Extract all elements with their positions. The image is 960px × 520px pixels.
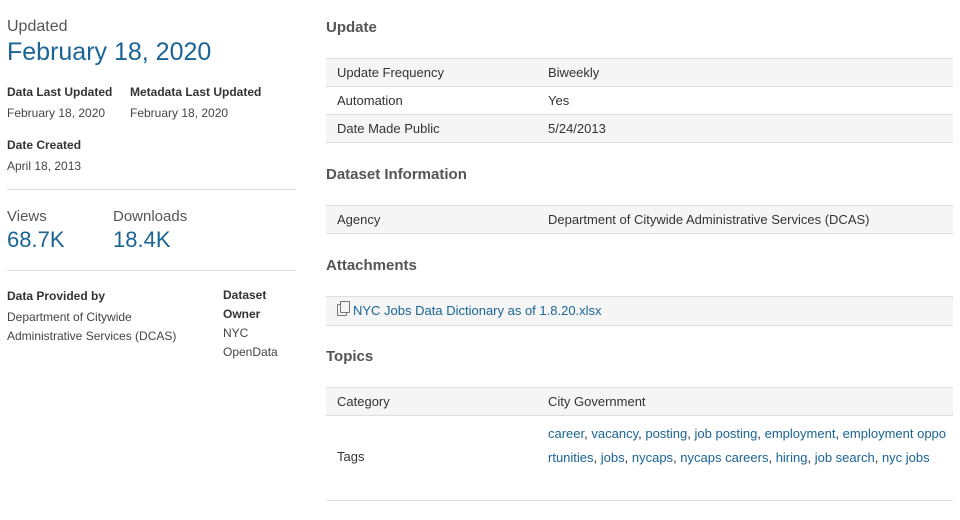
divider (7, 189, 296, 190)
update-table: Update Frequency Biweekly Automation Yes… (326, 58, 953, 143)
provided-by-value: Department of Citywide Administrative Se… (7, 310, 177, 343)
row-value: Biweekly (548, 65, 600, 80)
table-row: Automation Yes (326, 87, 953, 115)
table-row: Agency Department of Citywide Administra… (326, 206, 953, 234)
tag-separator: , (835, 426, 843, 441)
file-copy-icon (337, 301, 350, 316)
tags-list: career, vacancy, posting, job posting, e… (548, 422, 948, 470)
table-row: Category City Government (326, 388, 953, 416)
row-value: Department of Citywide Administrative Se… (548, 212, 870, 227)
tag-link[interactable]: nyc jobs (882, 450, 930, 465)
row-value: Yes (548, 93, 570, 108)
tag-link[interactable]: nycaps careers (680, 450, 768, 465)
table-row: Update Frequency Biweekly (326, 59, 953, 87)
owner-value: NYC OpenData (223, 326, 278, 359)
attachment-file-name[interactable]: NYC Jobs Data Dictionary as of 1.8.20.xl… (353, 303, 602, 318)
views-value: 68.7K (7, 227, 65, 252)
topics-table: Category City Government Tags career, va… (326, 387, 953, 501)
attachment-link[interactable]: NYC Jobs Data Dictionary as of 1.8.20.xl… (337, 301, 602, 318)
dataset-info-section-title: Dataset Information (326, 166, 467, 183)
tags-label: Tags (337, 449, 365, 464)
row-value: 5/24/2013 (548, 121, 606, 136)
tag-separator: , (874, 450, 882, 465)
row-key: Update Frequency (337, 65, 444, 80)
tag-link[interactable]: vacancy (591, 426, 638, 441)
date-created-value: April 18, 2013 (7, 159, 82, 173)
tag-separator: , (687, 426, 695, 441)
owner-label: Dataset Owner (223, 288, 267, 321)
category-label: Category (337, 394, 390, 409)
metadata-last-updated: Metadata Last Updated February 18, 2020 (130, 85, 261, 123)
tag-link[interactable]: nycaps (632, 450, 673, 465)
metadata-last-updated-value: February 18, 2020 (130, 106, 229, 120)
data-last-updated-value: February 18, 2020 (7, 106, 106, 120)
updated-label: Updated (7, 18, 68, 35)
tag-separator: , (593, 450, 601, 465)
tag-link[interactable]: posting (645, 426, 687, 441)
tags-row: Tags career, vacancy, posting, job posti… (326, 416, 953, 501)
provided-by-label: Data Provided by (7, 289, 106, 303)
data-provided-by: Data Provided by Department of Citywide … (7, 289, 197, 346)
tag-link[interactable]: hiring (776, 450, 808, 465)
data-last-updated-label: Data Last Updated (7, 85, 113, 99)
attachment-row: NYC Jobs Data Dictionary as of 1.8.20.xl… (326, 297, 953, 326)
dataset-info-table: Agency Department of Citywide Administra… (326, 205, 953, 234)
update-section-title: Update (326, 19, 377, 36)
attachments-table: NYC Jobs Data Dictionary as of 1.8.20.xl… (326, 296, 953, 326)
updated-date: February 18, 2020 (7, 38, 212, 66)
metadata-last-updated-label: Metadata Last Updated (130, 85, 262, 99)
category-value: City Government (548, 394, 646, 409)
table-row: Date Made Public 5/24/2013 (326, 115, 953, 143)
topics-section-title: Topics (326, 348, 374, 365)
tag-link[interactable]: employment (765, 426, 836, 441)
tag-separator: , (624, 450, 632, 465)
tag-link[interactable]: career (548, 426, 584, 441)
tag-separator: , (757, 426, 765, 441)
dataset-owner: Dataset Owner NYC OpenData (223, 288, 289, 362)
tag-link[interactable]: job posting (695, 426, 758, 441)
downloads-value: 18.4K (113, 227, 171, 252)
downloads-label: Downloads (113, 208, 188, 225)
views-label: Views (7, 208, 47, 225)
row-key: Agency (337, 212, 381, 227)
attachments-section-title: Attachments (326, 257, 417, 274)
row-key: Automation (337, 93, 403, 108)
divider (7, 270, 296, 271)
downloads-stat: Downloads 18.4K (113, 208, 187, 253)
tag-separator: , (807, 450, 815, 465)
views-stat: Views 68.7K (7, 208, 65, 253)
tag-link[interactable]: job search (815, 450, 875, 465)
row-key: Date Made Public (337, 121, 440, 136)
tag-separator: , (768, 450, 776, 465)
date-created: Date Created April 18, 2013 (7, 138, 81, 176)
date-created-label: Date Created (7, 138, 82, 152)
tag-link[interactable]: jobs (601, 450, 625, 465)
data-last-updated: Data Last Updated February 18, 2020 (7, 85, 112, 123)
